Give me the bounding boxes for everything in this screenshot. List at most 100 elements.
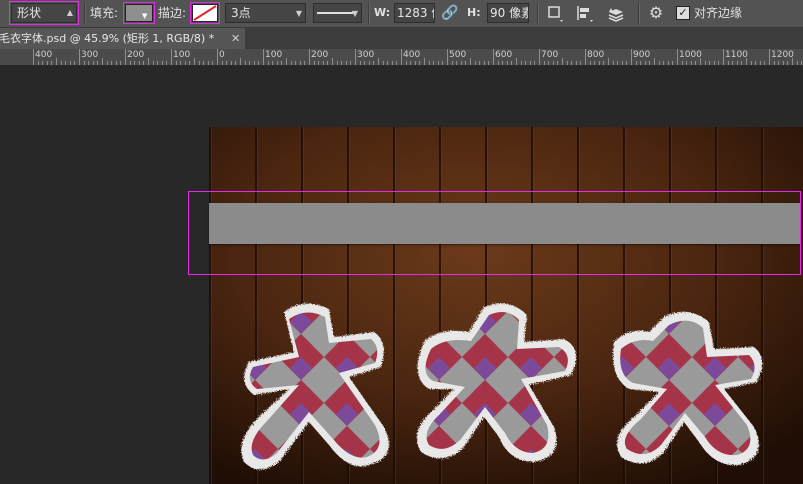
ruler-minor-tick bbox=[130, 61, 131, 65]
document-canvas[interactable] bbox=[209, 127, 803, 484]
ruler-minor-tick bbox=[406, 61, 407, 65]
ruler-minor-tick bbox=[580, 61, 581, 65]
plank-seam bbox=[761, 127, 763, 484]
ruler-minor-tick bbox=[373, 61, 374, 65]
fill-dropdown-arrow-icon[interactable]: ▼ bbox=[142, 12, 152, 20]
plank-seam bbox=[485, 127, 487, 484]
ruler-minor-tick bbox=[502, 61, 503, 65]
height-field[interactable]: 90 像素 bbox=[487, 3, 529, 23]
ruler-minor-tick bbox=[801, 61, 802, 65]
ruler-minor-tick bbox=[318, 61, 319, 65]
ruler-minor-tick bbox=[682, 61, 683, 65]
ruler-minor-tick bbox=[415, 61, 416, 65]
ruler-minor-tick bbox=[97, 61, 98, 65]
path-operations-icon[interactable] bbox=[544, 3, 566, 23]
tool-mode-dropdown[interactable]: 形状 ▲ bbox=[9, 1, 79, 25]
ruler-minor-tick bbox=[709, 61, 710, 65]
ruler-minor-tick bbox=[590, 61, 591, 65]
no-stroke-icon bbox=[193, 5, 217, 21]
stroke-swatch[interactable] bbox=[190, 2, 220, 24]
ruler-minor-tick bbox=[327, 61, 328, 65]
ruler-minor-tick bbox=[162, 61, 163, 65]
ruler-minor-tick bbox=[764, 61, 765, 65]
shape-selection-bounds[interactable] bbox=[188, 191, 801, 275]
ruler-minor-tick bbox=[176, 61, 177, 65]
ruler-minor-tick bbox=[470, 58, 471, 65]
ruler-minor-tick bbox=[84, 61, 85, 65]
horizontal-ruler[interactable]: 400 300 200 100 0 100 200 300 400 500 600 700 800 900… bbox=[0, 49, 803, 66]
ruler-minor-tick bbox=[737, 61, 738, 65]
stroke-width-value: 3点 bbox=[231, 6, 251, 20]
ruler-minor-tick bbox=[79, 58, 80, 65]
ruler-minor-tick bbox=[613, 61, 614, 65]
ruler-minor-tick bbox=[148, 58, 149, 65]
ruler-minor-tick bbox=[194, 58, 195, 65]
ruler-minor-tick bbox=[304, 61, 305, 65]
ruler-minor-tick bbox=[199, 61, 200, 65]
ruler-label: 500 bbox=[449, 50, 467, 60]
ruler-minor-tick bbox=[516, 58, 517, 65]
plank-highlight bbox=[763, 127, 764, 484]
ruler-minor-tick bbox=[488, 61, 489, 65]
path-alignment-icon[interactable] bbox=[574, 3, 596, 23]
ruler-minor-tick bbox=[626, 61, 627, 65]
ruler-minor-tick bbox=[778, 61, 779, 65]
ruler-minor-tick bbox=[291, 61, 292, 65]
ruler-minor-tick bbox=[755, 61, 756, 65]
stroke-label: 描边: bbox=[158, 6, 187, 20]
stroke-width-field[interactable]: 3点 ▼ bbox=[225, 3, 306, 23]
align-edges-checkbox[interactable]: ✓ bbox=[676, 6, 690, 20]
ruler-minor-tick bbox=[498, 61, 499, 65]
ruler-minor-tick bbox=[235, 61, 236, 65]
ruler-minor-tick bbox=[387, 61, 388, 65]
gear-icon[interactable]: ⚙ bbox=[645, 3, 667, 23]
ruler-minor-tick bbox=[65, 61, 66, 65]
ruler-minor-tick bbox=[286, 58, 287, 65]
ruler-minor-tick bbox=[341, 61, 342, 65]
path-arrangement-icon[interactable] bbox=[604, 3, 628, 23]
separator bbox=[537, 3, 539, 24]
ruler-minor-tick bbox=[732, 61, 733, 65]
chevron-down-icon: ▼ bbox=[295, 9, 302, 18]
ruler-minor-tick bbox=[741, 61, 742, 65]
ruler-label: 200 bbox=[127, 50, 145, 60]
close-icon[interactable]: ✕ bbox=[231, 28, 240, 49]
separator bbox=[368, 3, 370, 24]
ruler-minor-tick bbox=[594, 61, 595, 65]
document-tab[interactable]: 毛衣字体.psd @ 45.9% (矩形 1, RGB/8) * ✕ bbox=[0, 28, 245, 49]
ruler-minor-tick bbox=[42, 61, 43, 65]
width-field[interactable]: 1283 像 bbox=[394, 3, 435, 23]
ruler-minor-tick bbox=[774, 61, 775, 65]
ruler-minor-tick bbox=[346, 61, 347, 65]
ruler-minor-tick bbox=[295, 61, 296, 65]
ruler-minor-tick bbox=[383, 61, 384, 65]
ruler-minor-tick bbox=[350, 61, 351, 65]
stroke-style-dropdown[interactable]: ▼ bbox=[313, 3, 362, 23]
ruler-minor-tick bbox=[222, 61, 223, 65]
ruler-minor-tick bbox=[783, 61, 784, 65]
ruler-minor-tick bbox=[452, 61, 453, 65]
ruler-minor-tick bbox=[120, 61, 121, 65]
ruler-minor-tick bbox=[456, 61, 457, 65]
ruler-minor-tick bbox=[631, 58, 632, 65]
link-icon[interactable]: 🔗 bbox=[440, 3, 460, 23]
ruler-minor-tick bbox=[493, 58, 494, 65]
ruler-minor-tick bbox=[447, 58, 448, 65]
ruler-minor-tick bbox=[654, 58, 655, 65]
ruler-label: 100 bbox=[173, 50, 191, 60]
ruler-minor-tick bbox=[203, 61, 204, 65]
ruler-minor-tick bbox=[185, 61, 186, 65]
ruler-minor-tick bbox=[571, 61, 572, 65]
width-label: W: bbox=[374, 6, 391, 19]
plank-highlight bbox=[487, 127, 488, 484]
plank-highlight bbox=[211, 127, 212, 484]
ruler-minor-tick bbox=[143, 61, 144, 65]
ruler-minor-tick bbox=[787, 61, 788, 65]
chevron-down-icon: ▼ bbox=[351, 9, 358, 18]
ruler-minor-tick bbox=[364, 61, 365, 65]
ruler-minor-tick bbox=[659, 61, 660, 65]
ruler-minor-tick bbox=[728, 61, 729, 65]
ruler-minor-tick bbox=[125, 58, 126, 65]
ruler-minor-tick bbox=[254, 61, 255, 65]
ruler-minor-tick bbox=[240, 58, 241, 65]
